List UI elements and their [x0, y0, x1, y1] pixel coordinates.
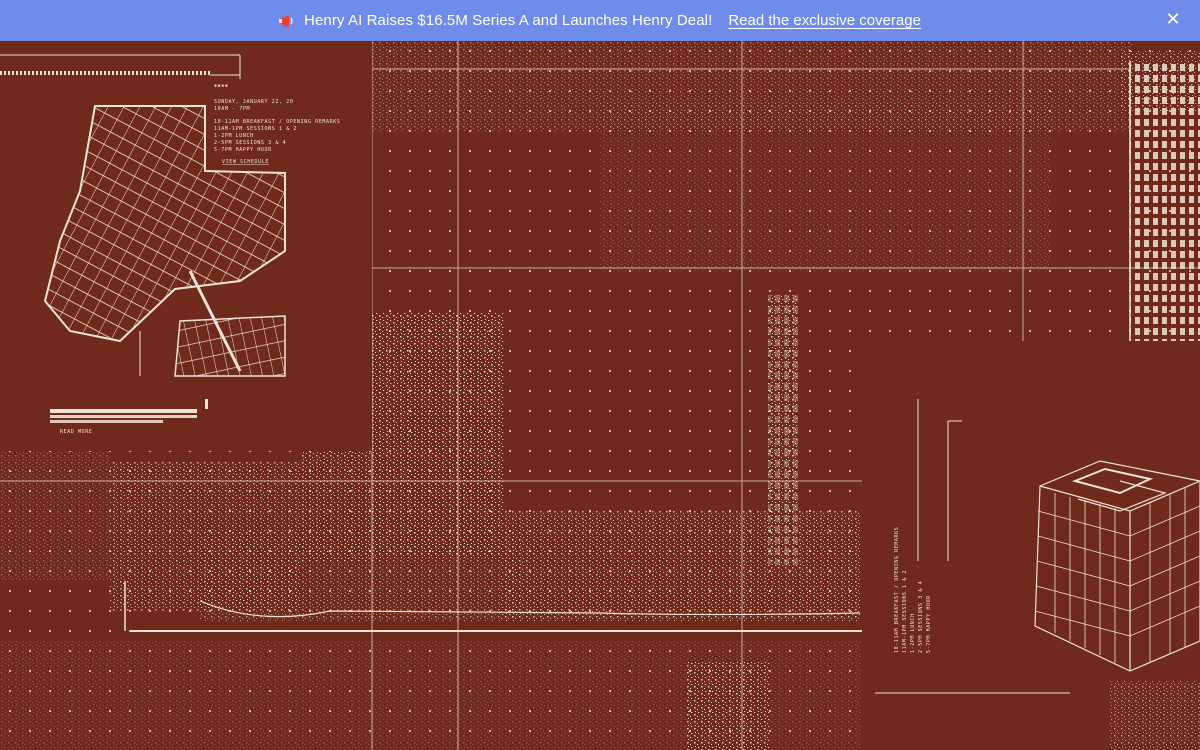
- read-more-link[interactable]: READ MORE: [60, 429, 93, 435]
- schedule-row-4: 2-5PM SESSIONS 3 & 4: [214, 140, 286, 146]
- schedule-row-1: 10-11AM BREAKFAST / OPENING REMARKS: [214, 119, 340, 125]
- vertical-row-2: 11AM-1PM SESSIONS 1 & 2: [902, 570, 908, 653]
- schedule-row-3: 1-2PM LUNCH: [214, 133, 254, 139]
- close-icon[interactable]: ✕: [1164, 10, 1182, 28]
- vertical-row-1: 10-11AM BREAKFAST / OPENING REMARKS: [894, 527, 900, 653]
- highrise-building-illustration: [1120, 51, 1200, 341]
- schedule-row-5: 5-7PM HAPPY HOUR: [214, 147, 272, 153]
- schedule-time: 10AM - 7PM: [214, 106, 250, 112]
- vertical-row-4: 2-5PM SESSIONS 3 & 4: [918, 581, 924, 653]
- view-schedule-link[interactable]: VIEW SCHEDULE: [222, 159, 269, 165]
- schedule-tag: ▪▪▪▪: [214, 83, 228, 89]
- schedule-date: SUNDAY, JANUARY 22, 20: [214, 99, 293, 105]
- noise-band-bottom: [1110, 681, 1200, 750]
- vertical-row-3: 1-2PM LUNCH: [910, 613, 916, 653]
- announcement-banner: Henry AI Raises $16.5M Series A and Laun…: [0, 0, 1200, 41]
- vertical-row-5: 5-7PM HAPPY HOUR: [926, 595, 932, 653]
- noise-band-mid: [600, 101, 1050, 271]
- schedule-row-2: 11AM-1PM SESSIONS 1 & 2: [214, 126, 297, 132]
- hero-artwork: ▪▪▪▪ SUNDAY, JANUARY 22, 20 10AM - 7PM 1…: [0, 41, 1200, 750]
- map-schedule-panel: ▪▪▪▪ SUNDAY, JANUARY 22, 20 10AM - 7PM 1…: [0, 41, 372, 451]
- banner-message: Henry AI Raises $16.5M Series A and Laun…: [304, 12, 713, 29]
- megaphone-icon: [279, 14, 293, 27]
- read-coverage-link[interactable]: Read the exclusive coverage: [728, 12, 921, 29]
